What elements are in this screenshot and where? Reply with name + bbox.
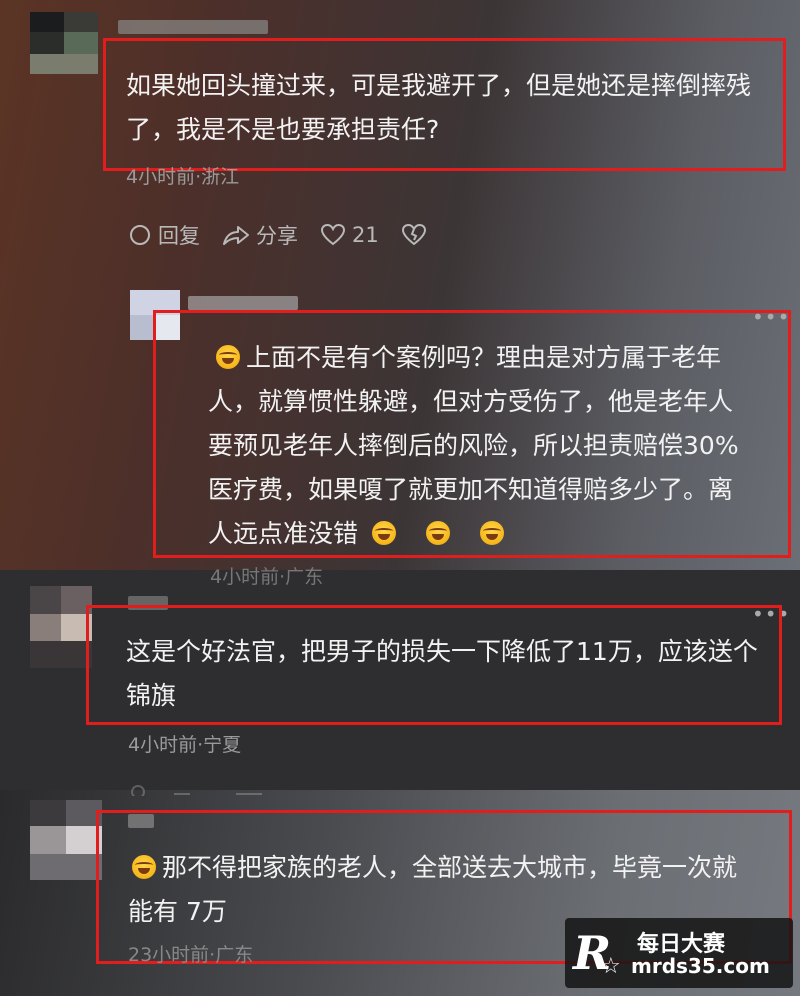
watermark-url: mrds35.com <box>631 954 770 978</box>
comment-meta: 4小时前·宁夏 <box>128 734 242 756</box>
share-button[interactable]: 分享 <box>222 220 298 250</box>
avatar[interactable] <box>30 586 92 668</box>
reply-text: 人远点准没错 <box>208 512 778 556</box>
laughing-tears-emoji <box>132 855 156 879</box>
comment-icon <box>130 225 150 245</box>
username[interactable] <box>188 296 298 310</box>
reply-text: 医疗费，如果嗄了就更加不知道得赔多少了。离 <box>208 475 734 504</box>
comment-text: 这是个好法官，把男子的损失一下降低了11万，应该送个 <box>126 637 758 666</box>
heart-icon[interactable] <box>232 782 272 796</box>
share-icon[interactable] <box>170 782 210 796</box>
reply-meta: 23小时前·广东 <box>128 944 254 966</box>
reply-button[interactable]: 回复 <box>128 220 200 250</box>
comment-meta: 4小时前·浙江 <box>126 166 240 188</box>
comment-text: 锦旗 <box>126 681 177 710</box>
comment-actions: 回复 分享 21 <box>128 220 427 250</box>
like-button[interactable]: 21 <box>320 223 379 247</box>
laughing-tears-emoji <box>479 521 504 545</box>
avatar[interactable] <box>30 12 98 74</box>
reply-text: 要预见老年人摔倒后的风险，所以担责赔偿30% <box>208 431 739 460</box>
laughing-tears-emoji <box>425 521 450 545</box>
reply-label: 回复 <box>158 224 200 248</box>
watermark: R ☆ 每日大赛 mrds35.com <box>565 918 793 988</box>
comment-actions <box>128 782 272 796</box>
laughing-tears-emoji <box>371 521 396 545</box>
heart-icon <box>320 223 346 246</box>
laughing-tears-emoji <box>216 345 240 369</box>
share-label: 分享 <box>256 224 298 248</box>
star-icon: ☆ <box>601 954 621 979</box>
reply-text: 那不得把家族的老人，全部送去大城市，毕竟一次就 <box>132 846 782 890</box>
username[interactable] <box>118 20 268 34</box>
like-count: 21 <box>352 223 379 247</box>
reply-text: 人，就算惯性躲避，但对方受伤了，他是老年人 <box>208 387 734 416</box>
avatar[interactable] <box>30 800 102 880</box>
broken-heart-icon <box>401 223 426 246</box>
comment-icon[interactable] <box>128 782 148 796</box>
reply-text: 上面不是有个案例吗？理由是对方属于老年 <box>216 336 776 380</box>
share-icon <box>223 226 249 245</box>
dislike-button[interactable] <box>401 223 427 247</box>
reply-meta: 4小时前·广东 <box>210 566 324 588</box>
comment-text: 如果她回头撞过来，可是我避开了，但是她还是摔倒摔残了，我是不是也要承担责任? <box>126 71 752 144</box>
